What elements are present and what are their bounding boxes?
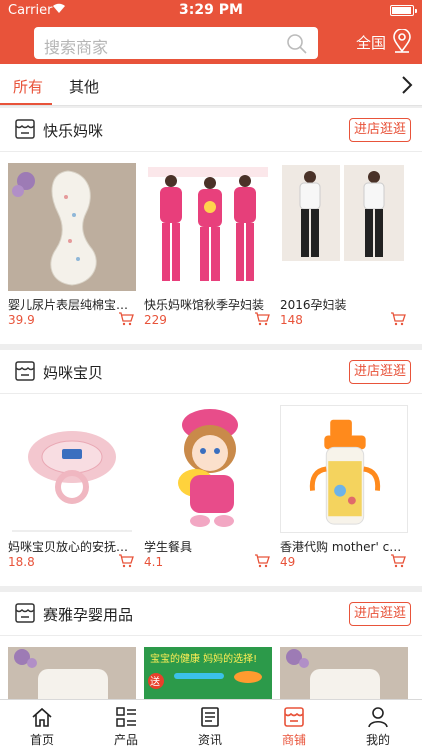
shop-header: 妈咪宝贝 进店逛逛 (0, 350, 422, 394)
tab-home[interactable]: 首页 (0, 700, 84, 750)
bottom-tab-bar: 首页 产品 资讯 商铺 我的 (0, 699, 422, 750)
product-price: 229 (144, 313, 167, 327)
tab-other[interactable]: 其他 (69, 76, 99, 97)
product-price: 49 (280, 555, 296, 569)
product-image[interactable] (8, 647, 136, 700)
active-tab-indicator (0, 103, 52, 105)
visit-store-button[interactable]: 进店逛逛 (349, 602, 411, 626)
tab-products[interactable]: 产品 (84, 700, 168, 750)
tab-home-label: 首页 (29, 733, 54, 747)
product-item[interactable]: 香港代购 mother' corn 49 (280, 405, 408, 569)
region-selector[interactable]: 全国 (356, 28, 411, 53)
shop-name[interactable]: 快乐妈咪 (43, 120, 103, 141)
product-image[interactable] (280, 405, 408, 533)
visit-store-button[interactable]: 进店逛逛 (349, 360, 411, 384)
product-image[interactable] (280, 647, 408, 700)
tab-mine[interactable]: 我的 (336, 700, 420, 750)
battery-icon (390, 5, 417, 16)
product-item[interactable]: 学生餐具 4.1 (144, 405, 272, 569)
product-image[interactable] (8, 405, 136, 533)
tab-news[interactable]: 资讯 (168, 700, 252, 750)
promo-banner-text: 宝宝的健康 妈妈的选择! (150, 652, 257, 665)
product-item[interactable]: 2016孕妇装 148 (280, 163, 408, 327)
product-name: 2016孕妇装 (280, 298, 347, 312)
cart-icon[interactable] (254, 311, 270, 330)
shop-name[interactable]: 赛雅孕婴用品 (43, 604, 133, 625)
shop-header: 赛雅孕婴用品 进店逛逛 (0, 592, 422, 636)
tab-mine-label: 我的 (365, 733, 390, 747)
chevron-right-icon[interactable] (400, 74, 414, 100)
product-item[interactable] (280, 647, 408, 700)
product-name: 学生餐具 (144, 540, 193, 554)
tab-stores-label: 商铺 (281, 733, 306, 747)
product-image[interactable] (280, 163, 408, 291)
store-icon (14, 361, 36, 385)
product-price: 39.9 (8, 313, 35, 327)
cart-icon[interactable] (118, 311, 134, 330)
product-item[interactable] (8, 647, 136, 700)
store-icon (14, 603, 36, 627)
tab-products-label: 产品 (113, 733, 138, 747)
product-name: 快乐妈咪馆秋季孕妇装 (144, 298, 265, 312)
search-placeholder: 搜索商家 (44, 38, 109, 57)
news-icon (201, 707, 219, 727)
location-pin-icon (392, 28, 412, 57)
product-image[interactable] (8, 163, 136, 291)
product-image[interactable] (144, 405, 272, 533)
product-price: 18.8 (8, 555, 35, 569)
cart-icon[interactable] (390, 553, 406, 572)
tab-stores[interactable]: 商铺 (252, 700, 336, 750)
product-item[interactable]: 宝宝的健康 妈妈的选择! 送 (144, 647, 272, 700)
product-name: 妈咪宝贝放心的安抚奶嘴 (8, 540, 132, 554)
product-image[interactable]: 宝宝的健康 妈妈的选择! 送 (144, 647, 272, 700)
tab-all[interactable]: 所有 (13, 76, 43, 97)
cart-icon[interactable] (254, 553, 270, 572)
product-item[interactable]: 妈咪宝贝放心的安抚奶嘴 18.8 (8, 405, 136, 569)
search-input[interactable]: 搜索商家 (34, 27, 318, 59)
region-label: 全国 (356, 34, 387, 52)
product-name: 香港代购 mother' corn (280, 540, 404, 554)
home-icon (32, 707, 52, 727)
store-icon (284, 707, 304, 727)
cart-icon[interactable] (118, 553, 134, 572)
product-price: 4.1 (144, 555, 164, 569)
product-item[interactable]: 婴儿尿片表层纯棉宝宝尿布 39.9 (8, 163, 136, 327)
shop-name[interactable]: 妈咪宝贝 (43, 362, 103, 383)
grid-icon (116, 707, 136, 727)
product-image[interactable] (144, 163, 272, 291)
shop-card: 妈咪宝贝 进店逛逛 妈咪宝贝放心的安抚奶嘴 18.8 学生餐具 4.1 香港代购… (0, 350, 422, 586)
app-header: Carrier 3:29 PM 搜索商家 全国 (0, 0, 422, 64)
visit-store-button[interactable]: 进店逛逛 (349, 118, 411, 142)
promo-gift-text: 送 (150, 675, 160, 688)
category-tabs: 所有 其他 (0, 64, 422, 106)
user-icon (368, 707, 388, 728)
status-time: 3:29 PM (179, 2, 243, 18)
search-icon[interactable] (286, 33, 308, 59)
product-name: 婴儿尿片表层纯棉宝宝尿布 (8, 298, 132, 312)
shop-card: 赛雅孕婴用品 进店逛逛 宝宝的健康 妈妈的选择! 送 (0, 592, 422, 700)
product-price: 148 (280, 313, 303, 327)
store-icon (14, 119, 36, 143)
shop-header: 快乐妈咪 进店逛逛 (0, 108, 422, 152)
tab-news-label: 资讯 (197, 733, 222, 747)
product-item[interactable]: 快乐妈咪馆秋季孕妇装 229 (144, 163, 272, 327)
shop-card: 快乐妈咪 进店逛逛 婴儿尿片表层纯棉宝宝尿布 39.9 (0, 108, 422, 344)
cart-icon[interactable] (390, 311, 406, 330)
status-bar: Carrier 3:29 PM (0, 0, 422, 22)
